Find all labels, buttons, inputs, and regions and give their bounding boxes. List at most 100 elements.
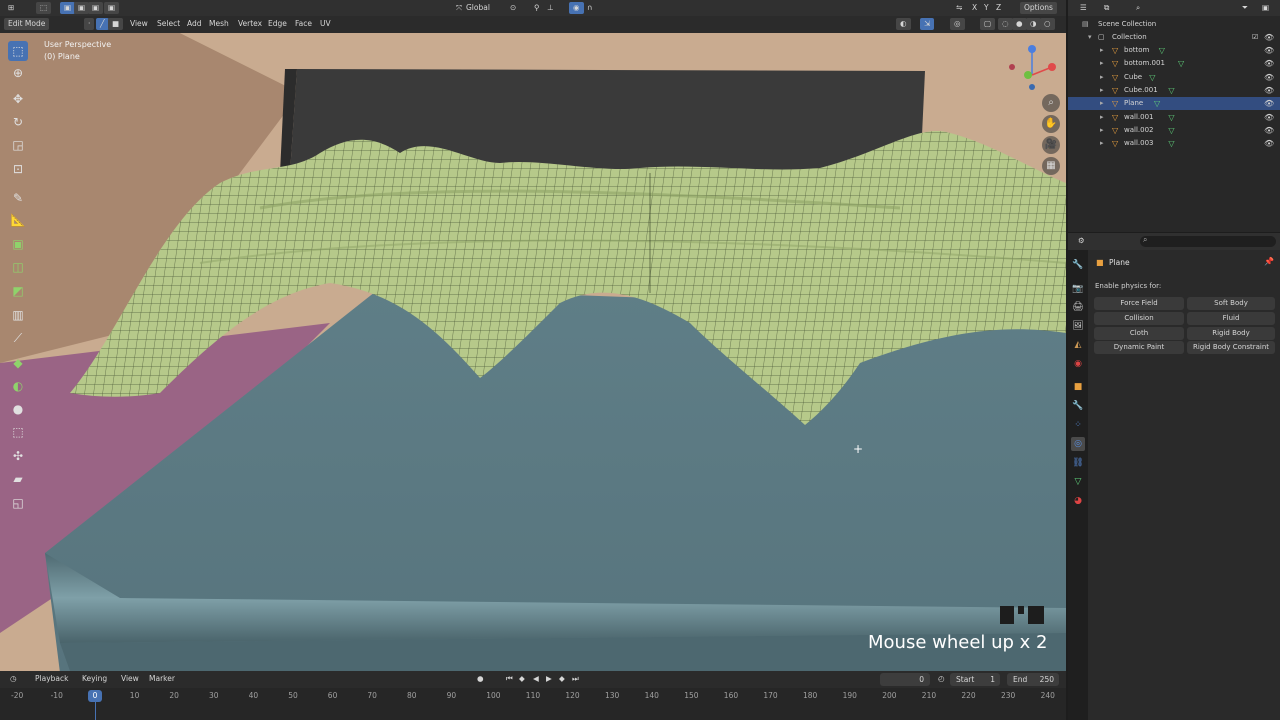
menu-view[interactable]: View bbox=[126, 18, 152, 30]
pin-icon[interactable]: 📌 bbox=[1264, 257, 1274, 266]
mesh-data-icon[interactable]: ▽ bbox=[1178, 57, 1184, 70]
proportional-editing-icon[interactable]: ◉ bbox=[569, 2, 584, 14]
falloff-icon[interactable]: ∩ bbox=[583, 2, 597, 14]
particles-tab-icon[interactable]: ⁘ bbox=[1071, 418, 1085, 432]
expand-arrow-icon[interactable]: ▸ bbox=[1100, 84, 1104, 97]
snap-icon[interactable]: ⚲ bbox=[530, 2, 544, 14]
collection-checkbox[interactable]: ☑ bbox=[1252, 31, 1258, 44]
rigid-body-constraint-button[interactable]: Rigid Body Constraint bbox=[1187, 341, 1275, 354]
end-frame-field[interactable]: End 250 bbox=[1007, 673, 1059, 686]
fluid-button[interactable]: Fluid bbox=[1187, 312, 1275, 325]
outliner-item[interactable]: ▸ ▽ wall.001 ▽ 👁 bbox=[1068, 111, 1280, 124]
mesh-data-icon[interactable]: ▽ bbox=[1149, 71, 1155, 84]
solid-shading-icon[interactable]: ● bbox=[1012, 18, 1027, 30]
edge-select-mode[interactable]: ╱ bbox=[96, 18, 109, 30]
current-frame-field[interactable]: 0 bbox=[880, 673, 930, 686]
spin-tool[interactable]: ◐ bbox=[8, 376, 28, 396]
scale-tool[interactable]: ◲ bbox=[8, 135, 28, 155]
zoom-icon[interactable]: ⌕ bbox=[1042, 94, 1060, 112]
cloth-button[interactable]: Cloth bbox=[1094, 327, 1184, 340]
menu-vertex[interactable]: Vertex bbox=[234, 18, 266, 30]
data-tab-icon[interactable]: ▽ bbox=[1071, 475, 1085, 489]
mesh-data-icon[interactable]: ▽ bbox=[1168, 124, 1174, 137]
visibility-icon[interactable]: 👁 bbox=[1264, 71, 1274, 84]
mesh-data-icon[interactable]: ▽ bbox=[1168, 111, 1174, 124]
view-layer-tab-icon[interactable]: 🖼 bbox=[1071, 319, 1085, 333]
annotate-tool[interactable]: ✎ bbox=[8, 188, 28, 208]
physics-tab-icon[interactable]: ◎ bbox=[1071, 437, 1085, 451]
scene-tab-icon[interactable]: ◭ bbox=[1071, 338, 1085, 352]
selection-mode-subtract[interactable]: ▣ bbox=[88, 2, 104, 14]
transform-tool[interactable]: ⊡ bbox=[8, 159, 28, 179]
outliner-item[interactable]: ▸ ▽ Cube ▽ 👁 bbox=[1068, 71, 1280, 84]
shrink-fatten-tool[interactable]: ✣ bbox=[8, 446, 28, 466]
overlay-toggle-icon[interactable]: ◎ bbox=[950, 18, 965, 30]
filter-icon[interactable]: ⏷ bbox=[1238, 2, 1252, 14]
stopwatch-icon[interactable]: ◴ bbox=[934, 673, 949, 685]
collision-button[interactable]: Collision bbox=[1094, 312, 1184, 325]
rip-region-tool[interactable]: ◱ bbox=[8, 493, 28, 513]
object-tab-icon[interactable]: ■ bbox=[1071, 380, 1085, 394]
new-collection-icon[interactable]: ▣ bbox=[1258, 2, 1273, 14]
tool-tab-icon[interactable]: 🔧 bbox=[1071, 258, 1085, 272]
selection-mode-extend[interactable]: ▣ bbox=[74, 2, 90, 14]
properties-search-input[interactable]: ⌕ bbox=[1140, 235, 1276, 247]
knife-tool[interactable]: ⟋ bbox=[8, 328, 28, 348]
visibility-icon[interactable]: 👁 bbox=[1264, 137, 1274, 150]
expand-arrow-icon[interactable]: ▸ bbox=[1100, 71, 1104, 84]
smooth-tool[interactable]: ● bbox=[8, 399, 28, 419]
outliner-item[interactable]: ▸ ▽ wall.002 ▽ 👁 bbox=[1068, 124, 1280, 137]
visibility-icon[interactable]: 👁 bbox=[1264, 124, 1274, 137]
outliner-editor-icon[interactable]: ☰ bbox=[1076, 2, 1091, 14]
select-box-tool[interactable]: ⬚ bbox=[8, 41, 28, 61]
cursor-tool[interactable]: ⊕ bbox=[8, 63, 28, 83]
outliner-item[interactable]: ▸ ▽ Cube.001 ▽ 👁 bbox=[1068, 84, 1280, 97]
pan-icon[interactable]: ✋ bbox=[1042, 115, 1060, 133]
menu-select[interactable]: Select bbox=[153, 18, 184, 30]
mesh-data-icon[interactable]: ▽ bbox=[1168, 84, 1174, 97]
rigid-body-button[interactable]: Rigid Body bbox=[1187, 327, 1275, 340]
outliner-item[interactable]: ▸ ▽ Plane ▽ 👁 bbox=[1068, 97, 1280, 111]
mesh-symmetry-icon[interactable]: ⇋ bbox=[952, 2, 966, 14]
vertex-select-mode[interactable]: · bbox=[84, 18, 95, 30]
menu-playback[interactable]: Playback bbox=[31, 673, 72, 685]
selection-mode-new[interactable]: ▣ bbox=[60, 2, 76, 14]
visibility-icon[interactable]: ◐ bbox=[896, 18, 911, 30]
visibility-icon[interactable]: 👁 bbox=[1264, 57, 1274, 70]
next-keyframe-icon[interactable]: ◆ bbox=[555, 673, 569, 685]
mirror-y-toggle[interactable]: Y bbox=[980, 2, 993, 14]
bevel-tool[interactable]: ◩ bbox=[8, 281, 28, 301]
menu-marker[interactable]: Marker bbox=[145, 673, 179, 685]
soft-body-button[interactable]: Soft Body bbox=[1187, 297, 1275, 310]
gizmo-toggle-icon[interactable]: ⇲ bbox=[920, 18, 935, 30]
wireframe-shading-icon[interactable]: ◌ bbox=[998, 18, 1013, 30]
camera-view-icon[interactable]: 🎥 bbox=[1042, 136, 1060, 154]
visibility-icon[interactable]: 👁 bbox=[1264, 111, 1274, 124]
expand-arrow-icon[interactable]: ▸ bbox=[1100, 137, 1104, 150]
outliner-item[interactable]: ▸ ▽ bottom.001 ▽ 👁 bbox=[1068, 57, 1280, 70]
menu-face[interactable]: Face bbox=[291, 18, 316, 30]
collection-visibility-icon[interactable]: 👁 bbox=[1264, 31, 1274, 44]
editor-type-icon[interactable]: ⊞ bbox=[4, 2, 18, 14]
material-shading-icon[interactable]: ◑ bbox=[1026, 18, 1041, 30]
select-box-icon[interactable]: ⬚ bbox=[36, 2, 52, 14]
selection-mode-invert[interactable]: ▣ bbox=[104, 2, 120, 14]
rotate-tool[interactable]: ↻ bbox=[8, 112, 28, 132]
expand-arrow-icon[interactable]: ▸ bbox=[1100, 57, 1104, 70]
visibility-icon[interactable]: 👁 bbox=[1264, 44, 1274, 57]
menu-edge[interactable]: Edge bbox=[264, 18, 291, 30]
perspective-toggle-icon[interactable]: ▦ bbox=[1042, 157, 1060, 175]
constraints-tab-icon[interactable]: ⛓ bbox=[1071, 456, 1085, 470]
expand-arrow-icon[interactable]: ▸ bbox=[1100, 111, 1104, 124]
pivot-point-icon[interactable]: ⊙ bbox=[506, 2, 520, 14]
scene-collection-row[interactable]: ▤ Scene Collection bbox=[1068, 18, 1280, 31]
world-tab-icon[interactable]: ◉ bbox=[1071, 357, 1085, 371]
axis-gizmo[interactable] bbox=[1006, 43, 1062, 93]
menu-keying[interactable]: Keying bbox=[78, 673, 111, 685]
face-select-mode[interactable]: ■ bbox=[108, 18, 124, 30]
modifier-tab-icon[interactable]: 🔧 bbox=[1071, 399, 1085, 413]
outliner-item[interactable]: ▸ ▽ wall.003 ▽ 👁 bbox=[1068, 137, 1280, 150]
record-icon[interactable]: ● bbox=[473, 673, 488, 685]
3d-viewport[interactable]: User Perspective (0) Plane ⬚ ⊕ ✥ ↻ ◲ ⊡ ✎… bbox=[0, 33, 1066, 671]
poly-build-tool[interactable]: ◆ bbox=[8, 353, 28, 373]
